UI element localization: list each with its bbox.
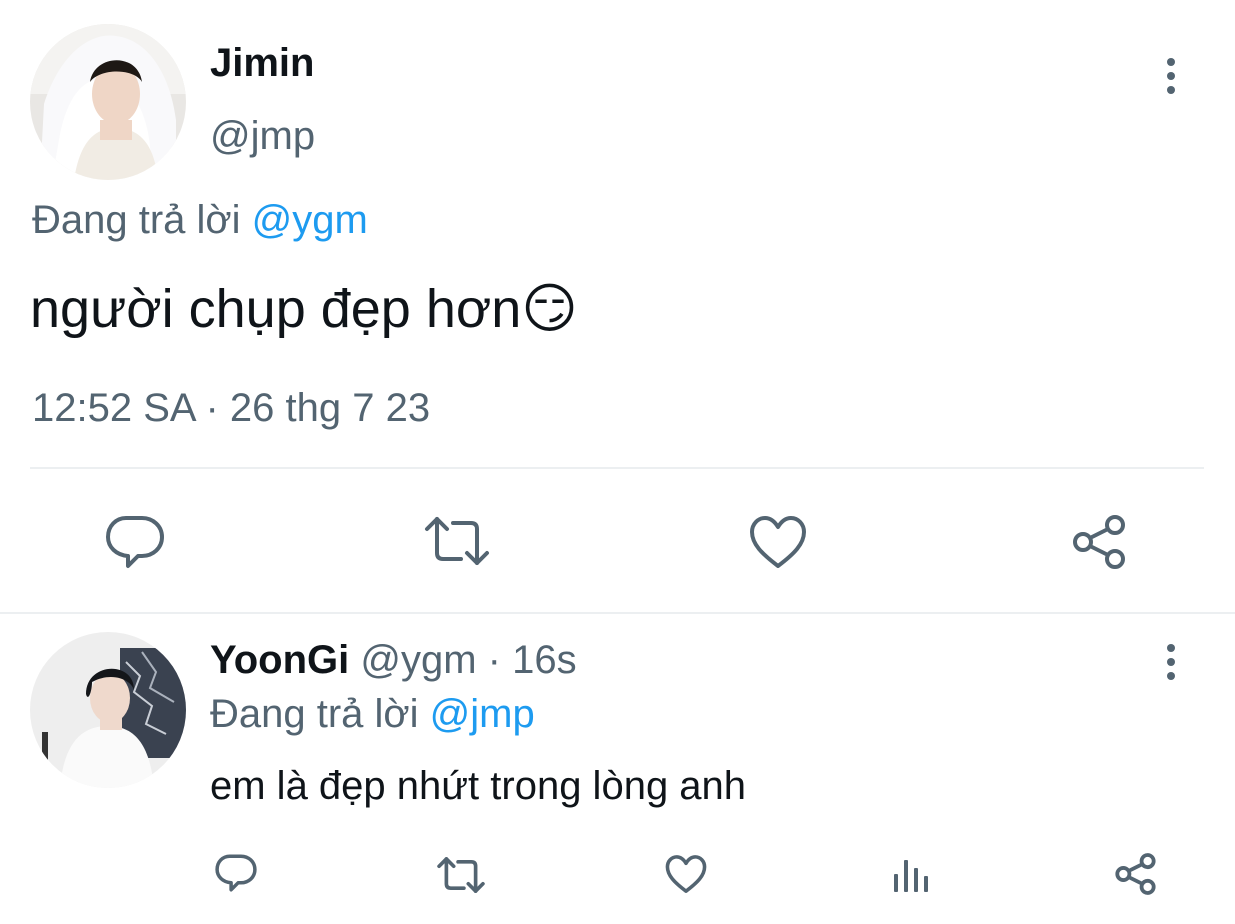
author-name[interactable]: Jimin [210, 39, 314, 87]
author-handle[interactable]: @ygm [360, 638, 476, 682]
reply-header: YoonGi @ygm · 16s [210, 636, 577, 684]
avatar[interactable] [30, 24, 186, 180]
replying-to-line: Đang trả lời @ygm [32, 196, 368, 244]
more-options-icon[interactable] [1164, 644, 1178, 686]
replying-prefix: Đang trả lời [210, 692, 419, 736]
author-handle[interactable]: @jmp [210, 112, 315, 160]
author-name[interactable]: YoonGi [210, 638, 349, 682]
divider [30, 467, 1204, 469]
main-tweet: Jimin @jmp Đang trả lời @ygm người chụp … [0, 0, 1235, 612]
time-ago[interactable]: · 16s [488, 638, 577, 682]
timestamp[interactable]: 12:52 SA · 26 thg 7 23 [32, 384, 430, 432]
reply-icon[interactable] [104, 512, 166, 572]
replying-prefix: Đang trả lời [32, 198, 241, 242]
reply-tweet[interactable]: YoonGi @ygm · 16s Đang trả lời @jmp em l… [0, 614, 1235, 924]
share-icon[interactable] [1071, 513, 1131, 571]
avatar[interactable] [30, 632, 186, 788]
replying-to-handle[interactable]: @ygm [252, 198, 368, 242]
retweet-icon[interactable] [436, 856, 486, 894]
reply-text: em là đẹp nhứt trong lòng anh [210, 764, 747, 808]
analytics-icon[interactable] [892, 854, 932, 894]
smirk-emoji: 😏 [521, 279, 578, 339]
reply-icon[interactable] [214, 852, 258, 894]
tweet-body: người chụp đẹp hơn [30, 279, 522, 339]
share-icon[interactable] [1114, 852, 1160, 896]
retweet-icon[interactable] [423, 515, 491, 567]
more-options-icon[interactable] [1164, 58, 1178, 100]
tweet-text: người chụp đẹp hơn😏 [30, 278, 578, 340]
like-icon[interactable] [664, 854, 708, 894]
like-icon[interactable] [748, 514, 808, 570]
replying-to-line: Đang trả lời @jmp [210, 690, 535, 738]
replying-to-handle[interactable]: @jmp [430, 692, 535, 736]
